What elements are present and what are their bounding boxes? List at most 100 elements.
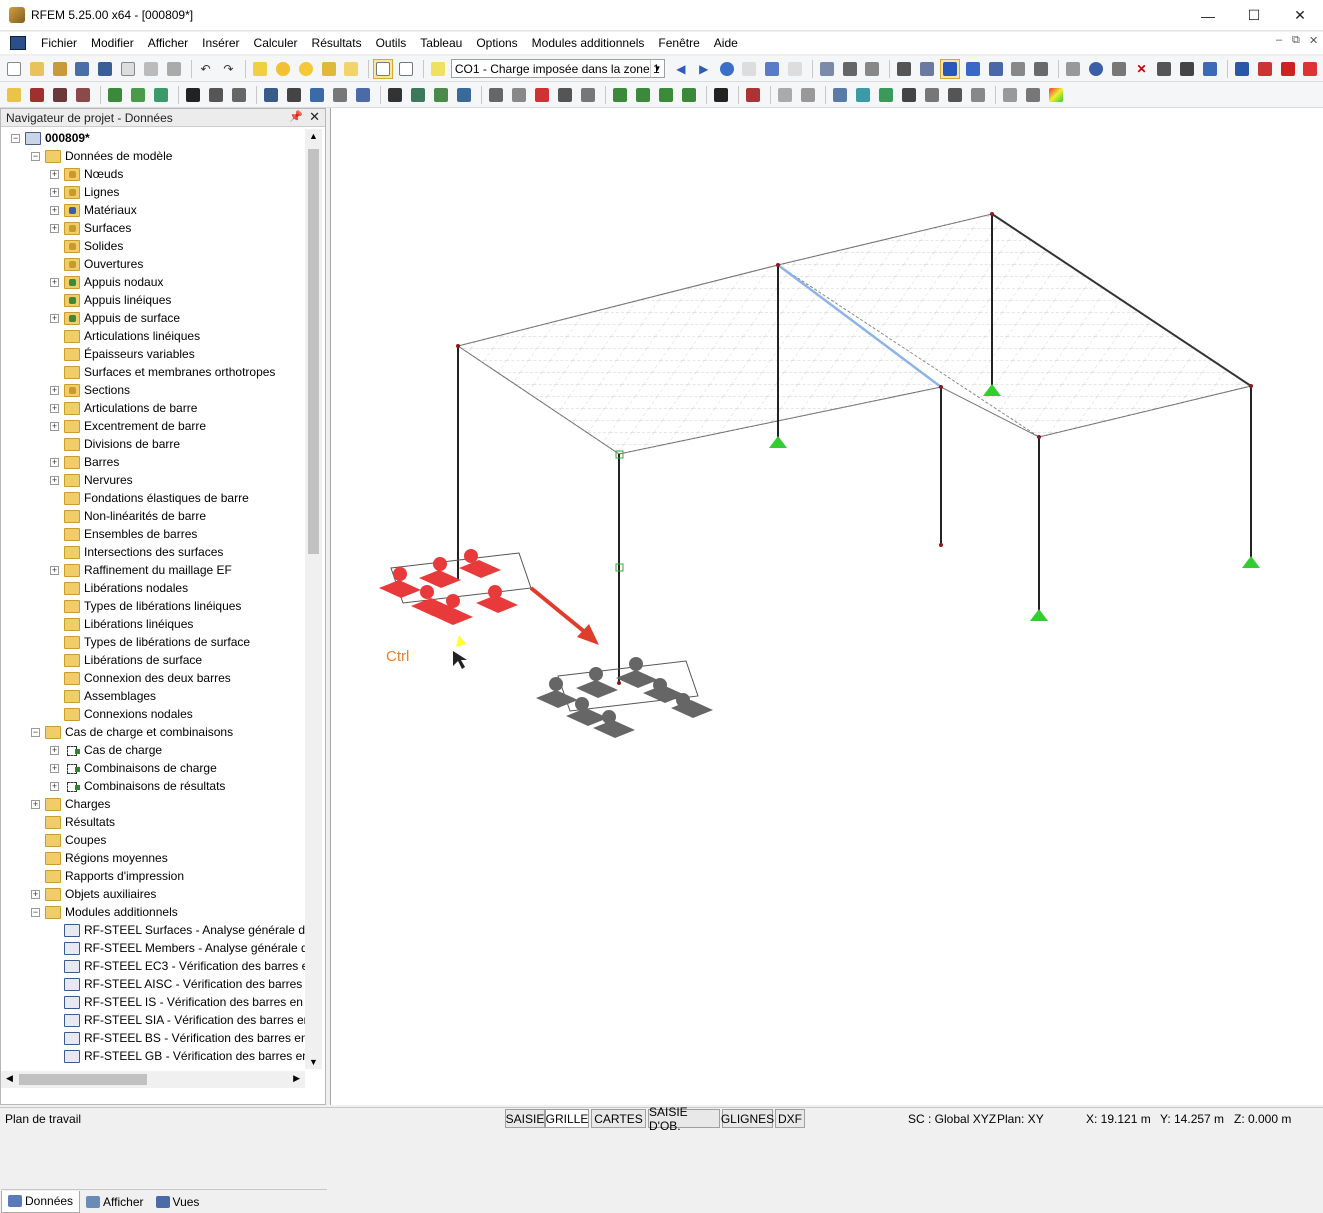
tree-item[interactable]: RF-STEEL AISC - Vérification des barres … (1, 975, 305, 993)
select-mode-icon[interactable] (743, 85, 763, 105)
member-tool-icon[interactable] (128, 85, 148, 105)
tree-item[interactable]: Fondations élastiques de barre (1, 489, 305, 507)
supports-selected-red[interactable] (379, 549, 532, 625)
tree-item[interactable]: RF-STEEL GB - Vérification des barres en… (1, 1047, 305, 1065)
tree-item[interactable]: Coupes (1, 831, 305, 849)
print-graphic-icon[interactable] (164, 59, 184, 79)
next-lc-icon[interactable]: ▶ (694, 59, 714, 79)
save-icon[interactable] (95, 59, 115, 79)
gear-settings-icon[interactable] (1177, 59, 1197, 79)
pdf-2-icon[interactable] (1300, 59, 1320, 79)
mdi-restore-icon[interactable]: ⧉ (1292, 34, 1300, 47)
expand-icon[interactable]: + (50, 313, 59, 323)
tree-item[interactable]: Connexions nodales (1, 705, 305, 723)
cube-view-icon[interactable] (330, 85, 350, 105)
close-icon[interactable]: ✕ (309, 109, 320, 125)
mdi-minimize-icon[interactable]: – (1276, 34, 1282, 46)
navigator-toggle-icon[interactable] (373, 58, 394, 79)
load-wizard-icon[interactable] (319, 59, 339, 79)
workplane-xy-icon[interactable] (830, 85, 850, 105)
dxf-toggle[interactable]: DXF (775, 1109, 805, 1128)
undo-icon[interactable]: ↶ (196, 59, 216, 79)
expand-icon[interactable]: + (50, 781, 59, 791)
target-icon[interactable] (296, 59, 316, 79)
scroll-thumb-h[interactable] (19, 1074, 147, 1085)
view-box-icon[interactable] (578, 85, 598, 105)
mirror-icon[interactable] (1109, 59, 1129, 79)
tree-item[interactable]: RF-STEEL BS - Vérification des barres en… (1, 1029, 305, 1047)
divide-icon[interactable] (1155, 59, 1175, 79)
graphics-viewport[interactable]: Ctrl (330, 108, 1323, 1105)
support-tool-icon[interactable] (183, 85, 203, 105)
settings-view-icon[interactable] (1023, 85, 1043, 105)
tree-item[interactable]: + Sections (1, 381, 305, 399)
dxf-icon[interactable] (1031, 59, 1051, 79)
tree-item[interactable]: + Raffinement du maillage EF (1, 561, 305, 579)
menu-inserer[interactable]: Insérer (195, 36, 246, 50)
tree-item[interactable]: Intersections des surfaces (1, 543, 305, 561)
surface-tool-icon[interactable] (151, 85, 171, 105)
menu-aide[interactable]: Aide (707, 36, 745, 50)
grid-icon[interactable] (917, 59, 937, 79)
expand-icon[interactable]: + (50, 763, 59, 773)
view-results-icon[interactable] (762, 59, 782, 79)
member-view-icon[interactable] (899, 85, 919, 105)
edit-icon[interactable] (250, 59, 270, 79)
tree-item[interactable]: + Excentrement de barre (1, 417, 305, 435)
expand-icon[interactable]: + (50, 475, 59, 485)
tree-item[interactable]: + Matériaux (1, 201, 305, 219)
menu-resultats[interactable]: Résultats (305, 36, 369, 50)
previous-lc-icon[interactable]: ◀ (671, 59, 691, 79)
arc-tool-icon[interactable] (73, 85, 93, 105)
tree-item[interactable]: Libérations de surface (1, 651, 305, 669)
view-z-icon[interactable] (656, 85, 676, 105)
tree-item[interactable]: RF-STEEL Members - Analyse générale de (1, 939, 305, 957)
tree-item[interactable]: Libérations nodales (1, 579, 305, 597)
tree-item[interactable]: − Données de modèle (1, 147, 305, 165)
table-view-icon[interactable] (968, 85, 988, 105)
model-tool-2-icon[interactable] (431, 85, 451, 105)
zoom-window-icon[interactable] (509, 85, 529, 105)
scroll-thumb[interactable] (308, 149, 319, 554)
expand-icon[interactable]: + (50, 403, 59, 413)
view-x-icon[interactable] (610, 85, 630, 105)
tree-item[interactable]: Articulations linéiques (1, 327, 305, 345)
collapse-icon[interactable]: − (11, 133, 20, 143)
close-button[interactable]: ✕ (1277, 0, 1323, 31)
polyline-tool-icon[interactable] (50, 85, 70, 105)
expand-icon[interactable]: + (31, 889, 40, 899)
result-diagram-icon[interactable] (840, 59, 860, 79)
result-values-2-icon[interactable] (785, 59, 805, 79)
view-y-icon[interactable] (633, 85, 653, 105)
collapse-icon[interactable]: − (31, 151, 40, 161)
redo-icon[interactable]: ↷ (218, 59, 238, 79)
tree-item[interactable]: Régions moyennes (1, 849, 305, 867)
model-3d-view[interactable] (331, 108, 1323, 1105)
snap-grid-icon[interactable] (940, 58, 960, 79)
tree-item[interactable]: + Charges (1, 795, 305, 813)
folder-lc-icon[interactable] (342, 59, 362, 79)
tree-item[interactable]: + Barres (1, 453, 305, 471)
mdi-close-icon[interactable]: ✕ (1309, 34, 1318, 47)
grille-toggle[interactable]: GRILLE (545, 1109, 589, 1128)
tree-item[interactable]: RF-STEEL IS - Vérification des barres en… (1, 993, 305, 1011)
load-case-select[interactable]: CO1 - Charge imposée dans la zone 1 ▼ (450, 59, 665, 78)
document-icon[interactable] (10, 36, 26, 50)
section-view-icon[interactable] (922, 85, 942, 105)
expand-icon[interactable]: + (50, 385, 59, 395)
tree-item[interactable]: − Modules additionnels (1, 903, 305, 921)
dim-icon[interactable] (775, 85, 795, 105)
grid-view-icon[interactable] (945, 85, 965, 105)
mesh-tool-icon[interactable] (229, 85, 249, 105)
tree-item[interactable]: RF-STEEL EC3 - Vérification des barres e… (1, 957, 305, 975)
expand-icon[interactable]: + (50, 223, 59, 233)
tree-item[interactable]: Connexion des deux barres (1, 669, 305, 687)
iso-view-icon[interactable] (307, 85, 327, 105)
menu-options[interactable]: Options (469, 36, 524, 50)
new-file-icon[interactable] (4, 59, 24, 79)
tab-vues[interactable]: Vues (150, 1191, 206, 1213)
surface-view-icon[interactable] (853, 85, 873, 105)
mesh-icon[interactable] (894, 59, 914, 79)
node-tool-icon[interactable] (4, 85, 24, 105)
view-tool-icon[interactable] (284, 85, 304, 105)
